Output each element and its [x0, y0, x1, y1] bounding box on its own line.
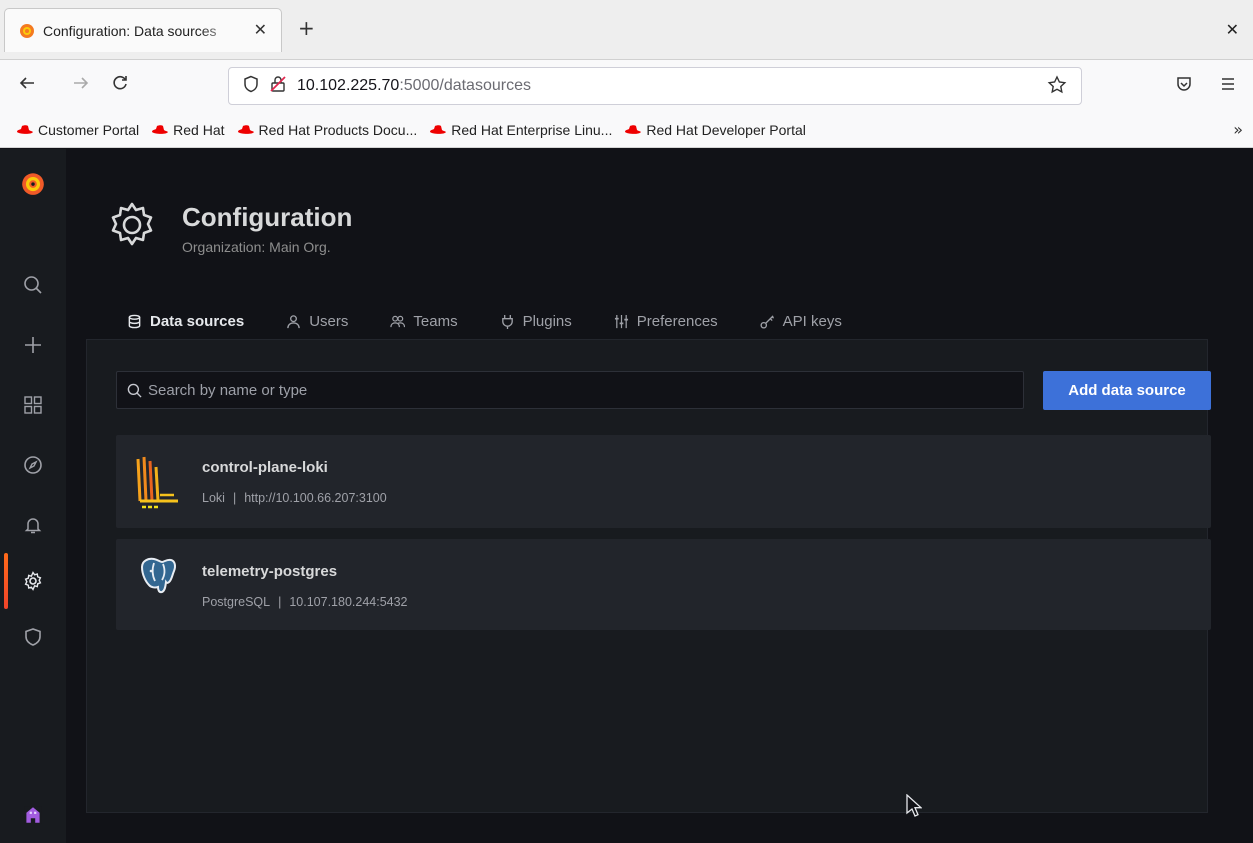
- bookmark-red-hat-developer-portal[interactable]: Red Hat Developer Portal: [624, 122, 806, 138]
- bookmark-customer-portal[interactable]: Customer Portal: [16, 122, 139, 138]
- bookmark-label: Customer Portal: [38, 121, 140, 138]
- search-icon[interactable]: [0, 265, 66, 305]
- datasource-url: 10.107.180.244:5432: [289, 595, 408, 609]
- loki-logo-icon: [134, 453, 180, 513]
- server-admin-shield-icon[interactable]: [0, 617, 66, 657]
- page-title: Configuration: [182, 202, 353, 232]
- url-bar[interactable]: 10.102.225.70:5000/datasources: [228, 67, 1082, 105]
- tab-label: Teams: [413, 312, 458, 330]
- grafana-favicon-icon: [19, 23, 35, 39]
- datasource-meta: PostgreSQL | 10.107.180.244:5432: [202, 595, 408, 609]
- bookmark-star-icon[interactable]: [1047, 75, 1067, 99]
- pocket-icon[interactable]: [1175, 75, 1193, 97]
- tab-label: Preferences: [636, 312, 718, 330]
- page-subtitle: Organization: Main Org.: [182, 239, 331, 255]
- datasource-url: http://10.100.66.207:3100: [244, 491, 387, 505]
- tab-api-keys[interactable]: API keys: [739, 301, 863, 341]
- tab-label: Users: [309, 312, 349, 330]
- configuration-tabs: Data sources Users Teams Plugins Prefere…: [106, 301, 863, 343]
- redhat-hat-icon: [17, 124, 33, 134]
- tab-data-sources[interactable]: Data sources: [106, 301, 266, 343]
- browser-nav-bar: 10.102.225.70:5000/datasources: [0, 60, 1253, 112]
- redhat-hat-icon: [625, 124, 642, 134]
- datasource-meta: Loki | http://10.100.66.207:3100: [202, 491, 387, 505]
- hamburger-menu-icon[interactable]: [1219, 75, 1237, 97]
- bookmarks-overflow-chevron-icon[interactable]: »: [1233, 120, 1243, 139]
- redhat-hat-icon: [237, 124, 254, 134]
- redhat-hat-icon: [152, 124, 169, 134]
- tab-plugins[interactable]: Plugins: [479, 301, 593, 341]
- bookmark-label: Red Hat Products Docu...: [258, 121, 418, 138]
- bookmark-red-hat-products-docs[interactable]: Red Hat Products Docu...: [237, 121, 418, 138]
- bookmark-label: Red Hat Enterprise Linu...: [451, 121, 613, 138]
- user-avatar-icon[interactable]: [0, 795, 66, 835]
- bookmark-label: Red Hat Developer Portal: [646, 121, 806, 138]
- datasource-type: PostgreSQL: [202, 595, 271, 609]
- dashboards-icon[interactable]: [0, 385, 66, 425]
- configuration-gear-icon[interactable]: [0, 553, 66, 609]
- search-icon: [127, 383, 142, 398]
- database-icon: [128, 314, 141, 328]
- key-icon: [760, 314, 774, 329]
- browser-tab-bar: Configuration: Data sources ✕ + ✕: [0, 0, 1253, 60]
- new-tab-button[interactable]: +: [298, 18, 315, 38]
- tab-close-icon[interactable]: ✕: [254, 20, 267, 39]
- mouse-pointer-icon: [906, 793, 923, 822]
- tab-users[interactable]: Users: [265, 301, 369, 341]
- plus-icon[interactable]: [0, 325, 66, 365]
- datasource-name: control-plane-loki: [202, 459, 328, 476]
- bookmark-red-hat-enterprise-linux[interactable]: Red Hat Enterprise Linu...: [429, 122, 612, 138]
- search-box[interactable]: [116, 371, 1024, 409]
- active-indicator: [4, 553, 8, 609]
- separator: |: [232, 491, 237, 505]
- search-input[interactable]: [148, 381, 1008, 399]
- postgresql-logo-icon: [134, 555, 180, 615]
- back-arrow-icon[interactable]: [18, 74, 36, 98]
- grafana-main: Configuration Organization: Main Org. Da…: [66, 149, 1253, 843]
- grafana-logo-icon[interactable]: [0, 163, 66, 203]
- separator: |: [278, 595, 282, 609]
- forward-arrow-icon[interactable]: [72, 74, 90, 98]
- bookmark-label: Red Hat: [173, 121, 225, 138]
- data-sources-panel: Add data source control-plane-loki Loki |…: [86, 339, 1211, 813]
- reload-icon[interactable]: [111, 74, 129, 98]
- plug-icon: [501, 314, 513, 329]
- browser-tab[interactable]: Configuration: Data sources ✕: [4, 8, 282, 52]
- datasource-type: Loki: [202, 491, 225, 505]
- sliders-icon: [614, 314, 628, 328]
- tab-label: API keys: [782, 312, 842, 330]
- tab-label: Data sources: [150, 312, 245, 330]
- datasource-name: telemetry-postgres: [202, 563, 338, 580]
- tab-preferences[interactable]: Preferences: [593, 301, 739, 341]
- datasource-card-loki[interactable]: control-plane-loki Loki | http://10.100.66…: [116, 435, 1211, 528]
- add-data-source-button[interactable]: Add data source: [1043, 371, 1211, 410]
- window-close-button[interactable]: ✕: [1226, 20, 1239, 39]
- url-host: 10.102.225.70: [297, 77, 400, 94]
- tab-title: Configuration: Data sources: [43, 22, 217, 39]
- insecure-lock-icon[interactable]: [269, 75, 287, 97]
- bookmark-red-hat[interactable]: Red Hat: [151, 121, 225, 138]
- configuration-gear-icon: [106, 199, 158, 251]
- tracking-shield-icon[interactable]: [243, 75, 259, 97]
- url-text: 10.102.225.70:5000/datasources: [297, 77, 531, 95]
- alerting-bell-icon[interactable]: [0, 505, 66, 545]
- explore-compass-icon[interactable]: [0, 445, 66, 485]
- redhat-hat-icon: [430, 124, 447, 134]
- grafana-side-menu: [0, 149, 66, 843]
- tab-label: Plugins: [522, 312, 572, 330]
- datasource-card-postgres[interactable]: telemetry-postgres PostgreSQL | 10.107.180…: [116, 539, 1211, 630]
- user-icon: [287, 314, 300, 328]
- url-path: :5000/datasources: [399, 77, 531, 94]
- bookmarks-bar: Customer Portal Red Hat Red Hat Products…: [0, 112, 1253, 148]
- tab-teams[interactable]: Teams: [369, 301, 478, 341]
- users-icon: [390, 315, 406, 327]
